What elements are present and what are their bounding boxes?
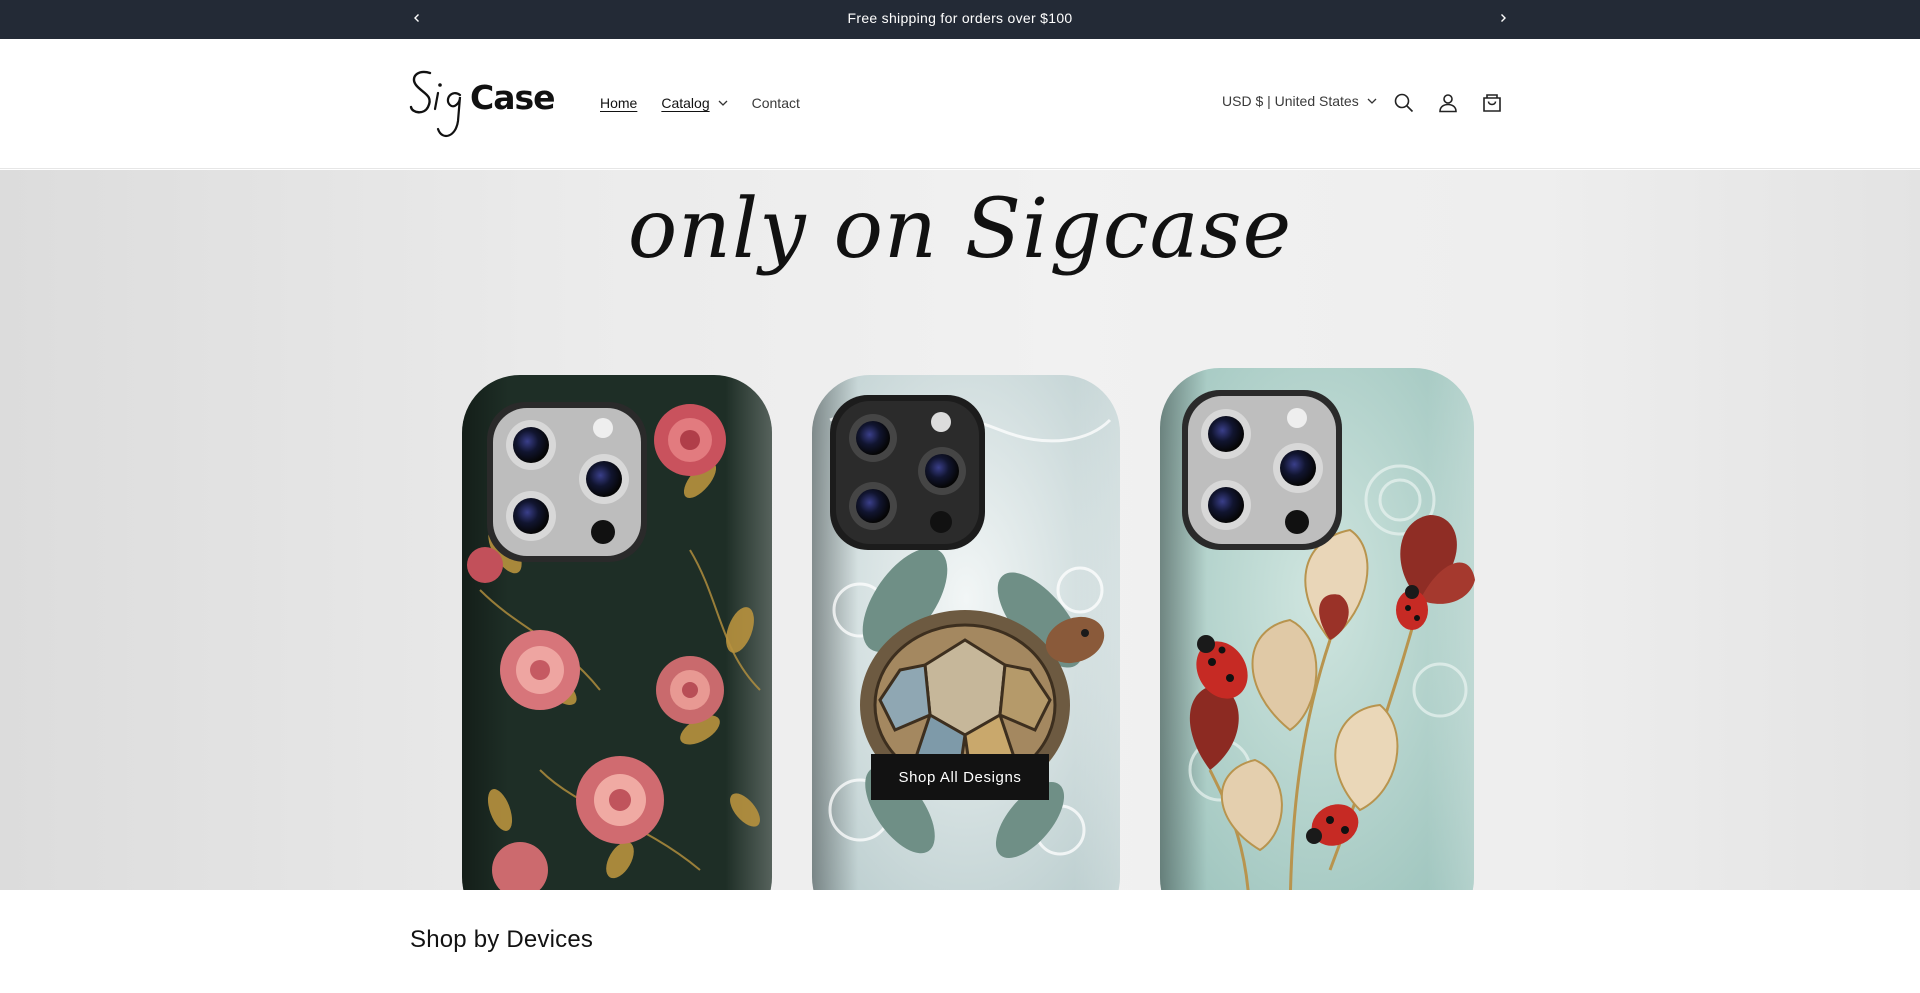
country-currency-label: USD $ | United States xyxy=(1222,93,1359,109)
nav-home-label: Home xyxy=(600,95,638,111)
nav-catalog-label: Catalog xyxy=(661,95,710,111)
sigcase-logo: Case xyxy=(409,70,556,138)
cart-button[interactable] xyxy=(1480,91,1504,115)
nav-home[interactable]: Home xyxy=(600,95,637,111)
hero-headline: only on Sigcase xyxy=(627,182,1293,277)
site-logo[interactable]: Case xyxy=(408,63,562,143)
account-icon xyxy=(1439,94,1457,113)
phone-case-turtle xyxy=(812,375,1120,890)
nav-contact-label: Contact xyxy=(751,95,800,111)
announcement-bar: Free shipping for orders over $100 xyxy=(0,0,1920,39)
cart-icon xyxy=(1483,94,1501,112)
nav-contact[interactable]: Contact xyxy=(752,95,800,111)
phone-case-ladybugs xyxy=(1160,368,1475,890)
logo-wordmark: Case xyxy=(470,78,555,117)
country-currency-selector[interactable]: USD $ | United States xyxy=(1222,93,1377,109)
hero-banner: only on Sigcase Shop All Designs xyxy=(0,170,1920,890)
shop-all-designs-button[interactable]: Shop All Designs xyxy=(871,754,1049,800)
account-button[interactable] xyxy=(1436,91,1460,115)
chevron-down-icon xyxy=(1367,98,1377,104)
nav-catalog[interactable]: Catalog xyxy=(661,95,728,111)
phone-case-roses xyxy=(462,375,772,890)
search-button[interactable] xyxy=(1392,91,1416,115)
shop-by-devices-heading: Shop by Devices xyxy=(410,926,594,953)
main-nav: Home Catalog Contact xyxy=(600,95,824,111)
search-icon xyxy=(1394,93,1414,113)
announcement-message: Free shipping for orders over $100 xyxy=(847,10,1073,26)
chevron-down-icon xyxy=(718,100,728,106)
site-header: Case Home Catalog Contact USD $ | United… xyxy=(0,39,1920,169)
chevron-right-icon xyxy=(1501,14,1506,22)
announcement-next-button[interactable] xyxy=(1493,8,1513,28)
